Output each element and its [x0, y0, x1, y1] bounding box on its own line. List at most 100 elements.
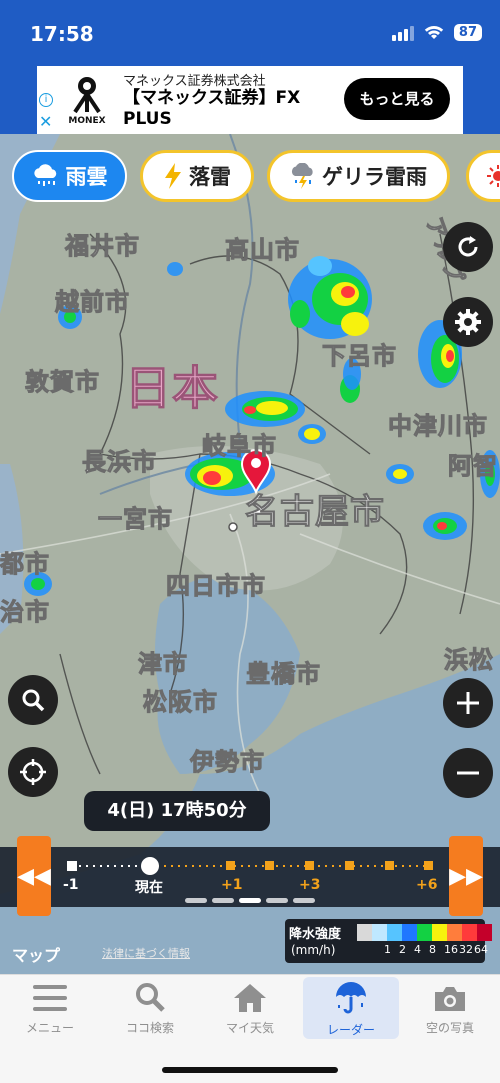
ad-cta-button[interactable]: もっと見る	[344, 78, 450, 120]
city-label: 一宮市	[98, 505, 173, 534]
layer-lightning-label: 落雷	[189, 165, 231, 189]
city-label: 浜松	[444, 646, 494, 675]
legend-swatch	[462, 924, 477, 941]
status-icons: 87	[391, 24, 482, 41]
camera-icon	[435, 987, 465, 1011]
legend-swatch	[432, 924, 447, 941]
wifi-icon	[424, 25, 444, 39]
battery-indicator: 87	[453, 24, 482, 41]
timeline-label: +1	[221, 877, 243, 893]
legend-swatch	[357, 924, 372, 941]
current-time-label: 4(日) 17時50分	[84, 791, 270, 831]
city-label: 津市	[138, 650, 188, 679]
city-label: 治市	[0, 598, 50, 627]
layer-rain-label: 雨雲	[65, 165, 108, 189]
city-label: 下呂市	[322, 342, 397, 371]
crosshair-icon	[20, 759, 46, 785]
city-label: 岐阜市	[202, 432, 277, 461]
city-label: 高山市	[225, 236, 300, 265]
legend-swatch	[447, 924, 462, 941]
rain-cloud-icon	[33, 164, 56, 186]
plus-icon	[457, 692, 479, 714]
refresh-button[interactable]	[443, 222, 493, 272]
timeline-label: +3	[299, 877, 321, 893]
tab-bar: メニュー ココ検索 マイ天気 レーダー 空の写真	[0, 974, 500, 1083]
home-indicator	[162, 1067, 338, 1073]
menu-icon	[33, 985, 67, 1011]
info-icon[interactable]: i	[39, 93, 53, 107]
layer-guerrilla-button[interactable]: ゲリラ雷雨	[267, 150, 450, 202]
city-label: 都市	[0, 550, 50, 579]
tab-my-weather[interactable]: マイ天気	[202, 975, 298, 1041]
legend-swatch	[372, 924, 387, 941]
city-label: 中津川市	[388, 412, 488, 441]
legend-values: 1 2 4 8 16 32 64	[357, 943, 488, 957]
close-icon[interactable]: ✕	[39, 112, 52, 131]
city-label: 越前市	[55, 288, 130, 317]
city-label: 伊勢市	[190, 748, 265, 777]
monex-logo: MONEX	[65, 74, 109, 126]
legend-swatch	[402, 924, 417, 941]
tab-search[interactable]: ココ検索	[102, 975, 198, 1041]
layer-rain-button[interactable]: 雨雲	[12, 150, 127, 202]
city-label: 豊橋市	[246, 660, 321, 689]
home-icon	[234, 984, 266, 1012]
timeline-label: -1	[63, 877, 79, 893]
zoom-in-button[interactable]	[443, 678, 493, 728]
legend-value: 32	[459, 943, 473, 956]
search-icon	[22, 689, 45, 712]
tab-menu[interactable]: メニュー	[2, 975, 98, 1041]
minus-icon	[457, 771, 479, 775]
precipitation-legend: 降水強度 (mm/h) 1 2 4 8 16 32 64	[285, 919, 492, 963]
legend-value: 1	[384, 943, 391, 956]
legend-swatch	[387, 924, 402, 941]
legend-title: 降水強度	[289, 927, 342, 942]
legend-value: 16	[444, 943, 458, 956]
legend-value: 64	[474, 943, 488, 956]
status-time: 17:58	[30, 22, 94, 46]
city-label: 敦賀市	[25, 368, 100, 397]
locate-button[interactable]	[8, 747, 58, 797]
gear-icon	[455, 309, 481, 335]
layer-lightning-button[interactable]: 落雷	[140, 150, 254, 202]
ad-headline: 【マネックス証券】FX PLUS	[123, 88, 301, 129]
legend-value: 8	[429, 943, 436, 956]
legend-unit: (mm/h)	[291, 943, 336, 957]
zoom-out-button[interactable]	[443, 748, 493, 798]
settings-button[interactable]	[443, 297, 493, 347]
timeline-track[interactable]	[0, 850, 500, 880]
timeline-label: +6	[416, 877, 438, 893]
signal-icon	[391, 25, 414, 41]
legend-swatch	[477, 924, 492, 941]
city-label: 名古屋市	[245, 492, 385, 533]
radar-map[interactable]: 福井市 高山市 越前市 下呂市 日本 敦賀市 中津川市 岐阜市 長浜市 阿智 一…	[0, 134, 500, 974]
refresh-icon	[458, 236, 478, 257]
city-label: 福井市	[65, 232, 140, 261]
page-indicator	[185, 898, 315, 903]
city-label: 阿智	[448, 452, 498, 481]
legend-color-scale	[357, 924, 492, 941]
timeline-handle	[141, 857, 159, 875]
country-label: 日本	[125, 361, 219, 416]
tab-radar[interactable]: レーダー	[303, 977, 399, 1039]
layer-guerrilla-label: ゲリラ雷雨	[322, 165, 427, 189]
legend-swatch	[417, 924, 432, 941]
city-label: 四日市市	[166, 572, 266, 601]
tab-sky-photos[interactable]: 空の写真	[402, 975, 498, 1041]
umbrella-icon	[336, 982, 366, 1014]
legal-info-link[interactable]: 法律に基づく情報	[102, 945, 190, 961]
legend-value: 2	[399, 943, 406, 956]
ad-company: マネックス証券株式会社	[123, 74, 266, 89]
ad-banner[interactable]: i ✕ MONEX マネックス証券株式会社 【マネックス証券】FX PLUS も…	[37, 66, 463, 134]
search-button[interactable]	[8, 675, 58, 725]
apple-maps-attribution: マップ	[12, 946, 61, 965]
city-label: 松阪市	[143, 688, 218, 717]
legend-value: 4	[414, 943, 421, 956]
city-label: 長浜市	[82, 448, 157, 477]
lightning-icon	[165, 163, 181, 189]
sun-icon	[487, 165, 500, 187]
search-icon	[136, 983, 165, 1012]
status-bar: 17:58 87	[0, 0, 500, 66]
thunderstorm-icon	[291, 163, 313, 189]
timeline-label: 現在	[135, 880, 163, 896]
